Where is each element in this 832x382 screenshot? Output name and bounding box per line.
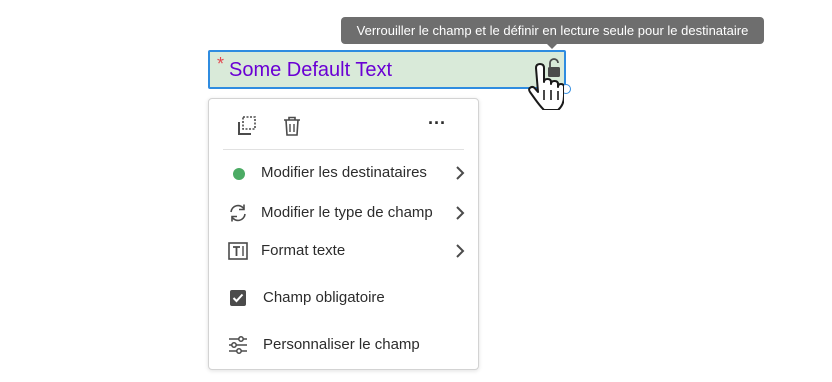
duplicate-icon [238,116,256,135]
menu-item-label: Modifier le type de champ [261,204,433,221]
menu-item-label: Format texte [261,242,346,259]
delete-button[interactable] [280,114,304,138]
chevron-right-icon [456,206,465,220]
field-default-text: Some Default Text [229,59,393,81]
menu-item-change-field-type[interactable]: Modifier le type de champ [209,195,478,231]
trash-icon [284,116,300,136]
recipient-color-dot [233,168,245,180]
menu-item-text-format[interactable]: Format texte [209,233,478,269]
text-format-icon [228,242,248,260]
chevron-right-icon [456,244,465,258]
unlock-icon [548,58,560,77]
refresh-icon [230,204,246,222]
duplicate-button[interactable] [235,114,259,138]
required-asterisk: * [217,54,225,74]
required-checkbox[interactable] [230,290,246,306]
chevron-right-icon [456,166,465,180]
menu-item-label: Modifier les destinataires [261,164,427,181]
menu-item-label: Champ obligatoire [263,289,385,306]
more-options-button[interactable]: ··· [425,114,449,138]
menu-toolbar: ··· [223,109,464,150]
lock-field-button[interactable] [544,56,564,82]
menu-item-required-field[interactable]: Champ obligatoire [209,280,478,316]
text-field[interactable]: * Some Default Text [208,50,566,89]
field-context-menu: ··· Modifier les destinataires Modifier … [208,98,479,370]
lock-tooltip: Verrouiller le champ et le définir en le… [341,17,764,44]
sliders-icon [229,336,247,354]
resize-handle[interactable] [561,84,571,94]
menu-item-customize-field[interactable]: Personnaliser le champ [209,327,478,363]
menu-item-edit-recipients[interactable]: Modifier les destinataires [209,155,478,191]
menu-item-label: Personnaliser le champ [263,336,420,353]
checkmark-icon [232,293,244,303]
tooltip-pointer [546,43,558,49]
